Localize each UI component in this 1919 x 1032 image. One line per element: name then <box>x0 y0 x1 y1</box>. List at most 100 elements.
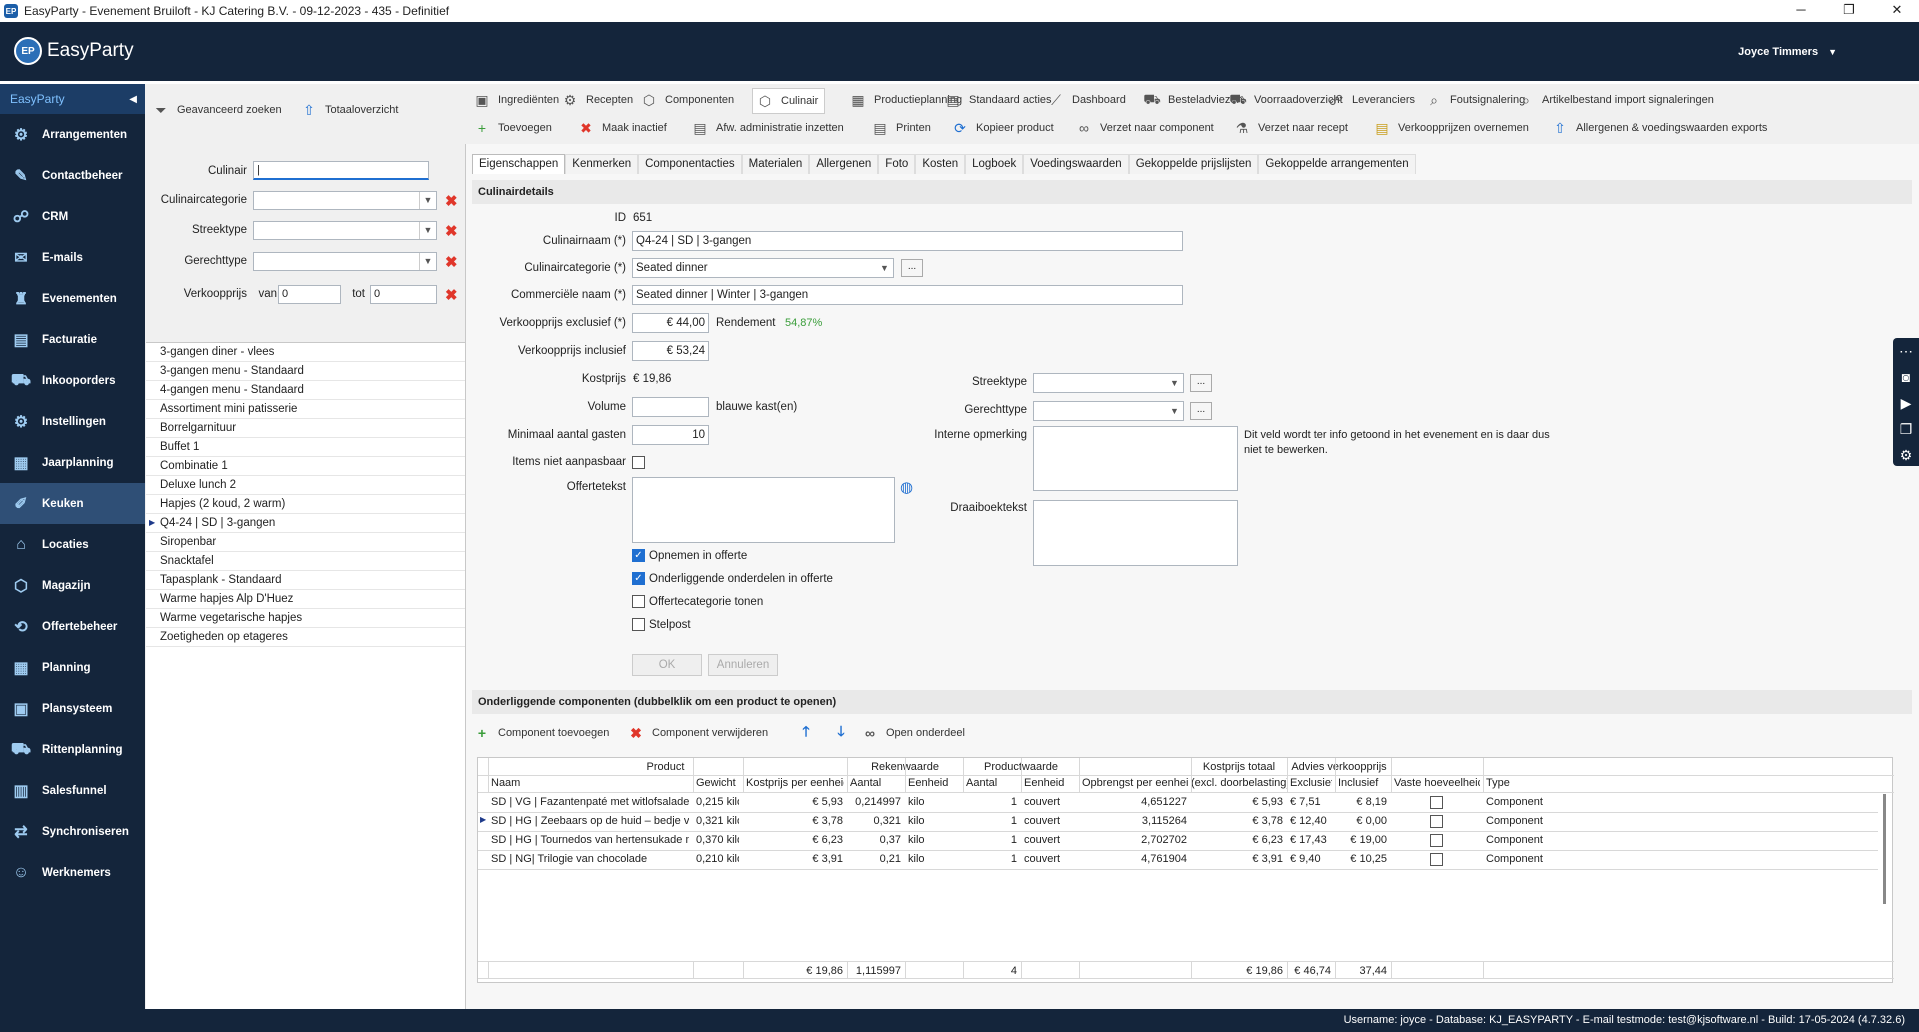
minimize-button[interactable]: ─ <box>1779 0 1823 22</box>
ok-button[interactable]: OK <box>632 654 702 676</box>
tab-foto[interactable]: Foto <box>878 154 916 174</box>
add-component-button[interactable]: + Component toevoegen <box>472 723 609 743</box>
draaiboektekst-textarea[interactable] <box>1033 500 1238 566</box>
sidebar-item-rittenplanning[interactable]: ⛟ Rittenplanning <box>0 729 145 770</box>
action-verzet-naar-component[interactable]: ∞ Verzet naar component <box>1074 118 1214 138</box>
tab-ingredi-nten[interactable]: ▣ Ingrediënten <box>472 90 559 110</box>
checkbox[interactable] <box>632 595 645 608</box>
tab-componenten[interactable]: ⬡ Componenten <box>639 90 734 110</box>
culinair-search-input[interactable]: | <box>253 161 429 180</box>
move-down-button[interactable]: 🡓 <box>831 723 857 743</box>
sidebar-item-synchroniseren[interactable]: ⇄ Synchroniseren <box>0 811 145 852</box>
globe-icon[interactable]: ◍ <box>900 478 913 496</box>
fixed-quantity-checkbox[interactable] <box>1430 853 1443 866</box>
clear-category-icon[interactable]: ✖ <box>445 192 458 210</box>
action-toevoegen[interactable]: + Toevoegen <box>472 118 552 138</box>
list-item[interactable]: Q4-24 | SD | 3-gangen <box>146 514 465 533</box>
tab-recepten[interactable]: ⚙ Recepten <box>560 90 633 110</box>
cancel-button[interactable]: Annuleren <box>708 654 778 676</box>
tab-dashboard[interactable]: ⟋ Dashboard <box>1046 90 1126 110</box>
sidebar-item-keuken[interactable]: ✐ Keuken <box>0 483 145 524</box>
list-item[interactable]: Tapasplank - Standaard <box>146 571 465 590</box>
list-item[interactable]: Snacktafel <box>146 552 465 571</box>
culinaircategorie-select[interactable]: Seated dinner ▼ <box>632 258 894 278</box>
verkoopprijs-excl-input[interactable]: € 44,00 <box>632 313 709 333</box>
action-kopieer-product[interactable]: ⟳ Kopieer product <box>950 118 1054 138</box>
tab-componentacties[interactable]: Componentacties <box>638 154 742 174</box>
advanced-search-button[interactable]: ⏷ Geavanceerd zoeken <box>151 100 281 120</box>
clear-price-icon[interactable]: ✖ <box>445 286 458 304</box>
check-onderliggende-onderdelen-in-offerte[interactable]: ✓ Onderliggende onderdelen in offerte <box>632 572 833 585</box>
checkbox[interactable] <box>632 618 645 631</box>
tab-kosten[interactable]: Kosten <box>915 154 966 174</box>
maximize-button[interactable]: ❐ <box>1827 0 1871 22</box>
user-menu[interactable]: Joyce Timmers ▼ <box>1738 46 1837 58</box>
sidebar-item-arrangementen[interactable]: ⚙ Arrangementen <box>0 114 145 155</box>
close-button[interactable]: ✕ <box>1875 0 1919 22</box>
tab-logboek[interactable]: Logboek <box>965 154 1024 174</box>
interne-opmerking-textarea[interactable] <box>1033 426 1238 491</box>
sidebar-item-jaarplanning[interactable]: ▦ Jaarplanning <box>0 442 145 483</box>
video-icon[interactable]: ▶ <box>1893 390 1919 416</box>
tab-foutsignalering[interactable]: ⌕ Foutsignalering <box>1424 90 1525 110</box>
sidebar-item-facturatie[interactable]: ▤ Facturatie <box>0 319 145 360</box>
tab-gekoppelde-prijslijsten[interactable]: Gekoppelde prijslijsten <box>1128 154 1259 174</box>
move-up-button[interactable]: 🡑 <box>796 723 822 743</box>
tab-artikelbestand-import-signaleringen[interactable]: ⌕ Artikelbestand import signaleringen <box>1516 90 1714 110</box>
table-row[interactable]: SD | HG | Tournedos van hertensukade met… <box>478 832 1878 851</box>
action-allergenen-voedingswaarden-exports[interactable]: ⇧ Allergenen & voedingswaarden exports <box>1550 118 1767 138</box>
sidebar-item-planning[interactable]: ▦ Planning <box>0 647 145 688</box>
action-afw-administratie-inzetten[interactable]: ▤ Afw. administratie inzetten <box>690 118 843 138</box>
list-item[interactable]: 3-gangen diner - vlees <box>146 343 465 362</box>
tab-gekoppelde-arrangementen[interactable]: Gekoppelde arrangementen <box>1258 154 1416 174</box>
category-select[interactable]: ▼ <box>253 191 437 210</box>
culinair-list[interactable]: 3-gangen diner - vlees 3-gangen menu - St… <box>146 342 465 1009</box>
check-stelpost[interactable]: Stelpost <box>632 618 691 631</box>
sidebar-item-offertebeheer[interactable]: ⟲ Offertebeheer <box>0 606 145 647</box>
action-maak-inactief[interactable]: ✖ Maak inactief <box>576 118 667 138</box>
tab-leveranciers[interactable]: ☍ Leveranciers <box>1326 90 1415 110</box>
list-item[interactable]: Warme vegetarische hapjes <box>146 609 465 628</box>
components-table[interactable]: ProductRekenwaardeProductwaardeKostprijs… <box>477 757 1894 983</box>
camera-icon[interactable]: ◙ <box>1893 364 1919 390</box>
clear-streektype-icon[interactable]: ✖ <box>445 222 458 240</box>
tab-eigenschappen[interactable]: Eigenschappen <box>472 154 566 174</box>
gerechttype-select[interactable]: ▼ <box>1033 401 1184 421</box>
fixed-quantity-checkbox[interactable] <box>1430 834 1443 847</box>
streektype-select[interactable]: ▼ <box>253 221 437 240</box>
list-item[interactable]: 4-gangen menu - Standaard <box>146 381 465 400</box>
sidebar-item-e-mails[interactable]: ✉ E-mails <box>0 237 145 278</box>
sidebar-item-locaties[interactable]: ⌂ Locaties <box>0 524 145 565</box>
tab-voedingswaarden[interactable]: Voedingswaarden <box>1023 154 1129 174</box>
sidebar-header[interactable]: EasyParty ◀ <box>0 84 145 114</box>
action-verkoopprijzen-overnemen[interactable]: ▤ Verkoopprijzen overnemen <box>1372 118 1528 138</box>
category-browse-button[interactable]: ... <box>901 259 923 277</box>
fixed-quantity-checkbox[interactable] <box>1430 796 1443 809</box>
price-to-input[interactable]: 0 <box>370 285 437 304</box>
streektype-browse-button[interactable]: ... <box>1190 374 1212 392</box>
tab-allergenen[interactable]: Allergenen <box>809 154 879 174</box>
sidebar-item-inkooporders[interactable]: ⛟ Inkooporders <box>0 360 145 401</box>
overview-button[interactable]: ⇧ Totaaloverzicht <box>299 100 398 120</box>
commerciele-naam-input[interactable]: Seated dinner | Winter | 3-gangen <box>632 285 1183 305</box>
sidebar-item-contactbeheer[interactable]: ✎ Contactbeheer <box>0 155 145 196</box>
items-niet-aanpasbaar-checkbox[interactable] <box>632 456 645 469</box>
list-item[interactable]: Siropenbar <box>146 533 465 552</box>
checkbox[interactable]: ✓ <box>632 572 645 585</box>
table-row[interactable]: SD | NG| Trilogie van chocolade 0,210 kil… <box>478 851 1878 870</box>
copy-icon[interactable]: ❐ <box>1893 416 1919 442</box>
table-row[interactable]: SD | HG | Zeebaars op de huid – bedje va… <box>478 813 1878 832</box>
volume-input[interactable] <box>632 397 709 417</box>
price-from-input[interactable]: 0 <box>278 285 341 304</box>
list-item[interactable]: Assortiment mini patisserie <box>146 400 465 419</box>
streektype-select[interactable]: ▼ <box>1033 373 1184 393</box>
collapse-icon[interactable]: ◀ <box>129 94 137 105</box>
check-offertecategorie-tonen[interactable]: Offertecategorie tonen <box>632 595 763 608</box>
tab-culinair[interactable]: ⬡ Culinair <box>752 88 826 114</box>
gerechttype-select[interactable]: ▼ <box>253 252 437 271</box>
table-row[interactable]: SD | VG | Fazantenpaté met witlofsalade 0… <box>478 794 1878 813</box>
list-item[interactable]: Warme hapjes Alp D'Huez <box>146 590 465 609</box>
list-item[interactable]: Borrelgarnituur <box>146 419 465 438</box>
action-printen[interactable]: ▤ Printen <box>870 118 930 138</box>
sidebar-item-crm[interactable]: ☍ CRM <box>0 196 145 237</box>
